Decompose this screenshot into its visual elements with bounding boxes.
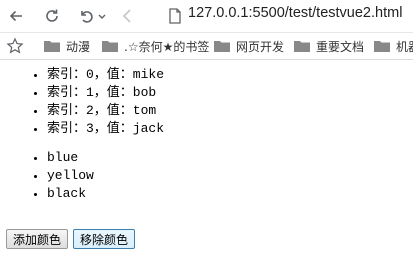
undo-icon — [81, 11, 93, 23]
bookmark-label: 动漫 — [66, 39, 91, 54]
reload-icon — [46, 9, 58, 22]
bookmark-item[interactable]: 机器 — [374, 37, 413, 55]
list-item: 索引：3，值：jack — [47, 120, 413, 138]
folder-icon — [374, 41, 390, 52]
bookmark-star-button[interactable] — [6, 37, 24, 55]
bookmark-label: .☆奈何★的书签 — [124, 39, 210, 54]
bookmark-label: 重要文档 — [316, 39, 365, 54]
chevron-down-icon — [98, 14, 106, 19]
folder-icon — [214, 41, 230, 52]
back-button[interactable] — [4, 4, 28, 28]
history-dropdown-button[interactable] — [96, 4, 108, 28]
action-buttons: 添加颜色 移除颜色 — [6, 229, 136, 249]
list-item: black — [47, 185, 413, 203]
page-info-button[interactable] — [166, 7, 184, 25]
bookmark-item[interactable]: 重要文档 — [294, 37, 364, 55]
undo-history-button[interactable] — [74, 4, 98, 28]
list-item: 索引：2，值：tom — [47, 102, 413, 120]
arrow-left-icon — [9, 10, 22, 22]
list-item: yellow — [47, 167, 413, 185]
bookmark-label: 网页开发 — [236, 39, 285, 54]
bookmark-label: 机器 — [396, 39, 413, 54]
list-item: blue — [47, 149, 413, 167]
forward-button[interactable] — [116, 4, 140, 28]
address-bar[interactable]: 127.0.0.1:5500/test/testvue2.html — [188, 5, 402, 21]
bookmarks-bar: 动漫 .☆奈何★的书签 网页开发 重要文档 机器 — [0, 33, 413, 60]
bookmark-item[interactable]: 动漫 — [44, 37, 90, 55]
people-list: 索引：0，值：mike 索引：1，值：bob 索引：2，值：tom 索引：3，值… — [0, 66, 413, 138]
list-item: 索引：0，值：mike — [47, 66, 413, 84]
folder-icon — [102, 41, 118, 52]
star-icon — [6, 37, 24, 54]
reload-button[interactable] — [40, 4, 64, 28]
page-content: 索引：0，值：mike 索引：1，值：bob 索引：2，值：tom 索引：3，值… — [0, 66, 413, 203]
add-color-button[interactable]: 添加颜色 — [6, 229, 69, 249]
bookmark-item[interactable]: .☆奈何★的书签 — [102, 37, 209, 55]
folder-icon — [294, 41, 310, 52]
list-item: 索引：1，值：bob — [47, 84, 413, 102]
remove-color-button[interactable]: 移除颜色 — [73, 229, 136, 249]
chevron-left-icon — [122, 9, 131, 23]
browser-toolbar: 127.0.0.1:5500/test/testvue2.html — [0, 0, 413, 33]
document-icon — [169, 8, 181, 24]
bookmark-item[interactable]: 网页开发 — [214, 37, 284, 55]
colors-list: blue yellow black — [0, 149, 413, 203]
folder-icon — [44, 41, 60, 52]
